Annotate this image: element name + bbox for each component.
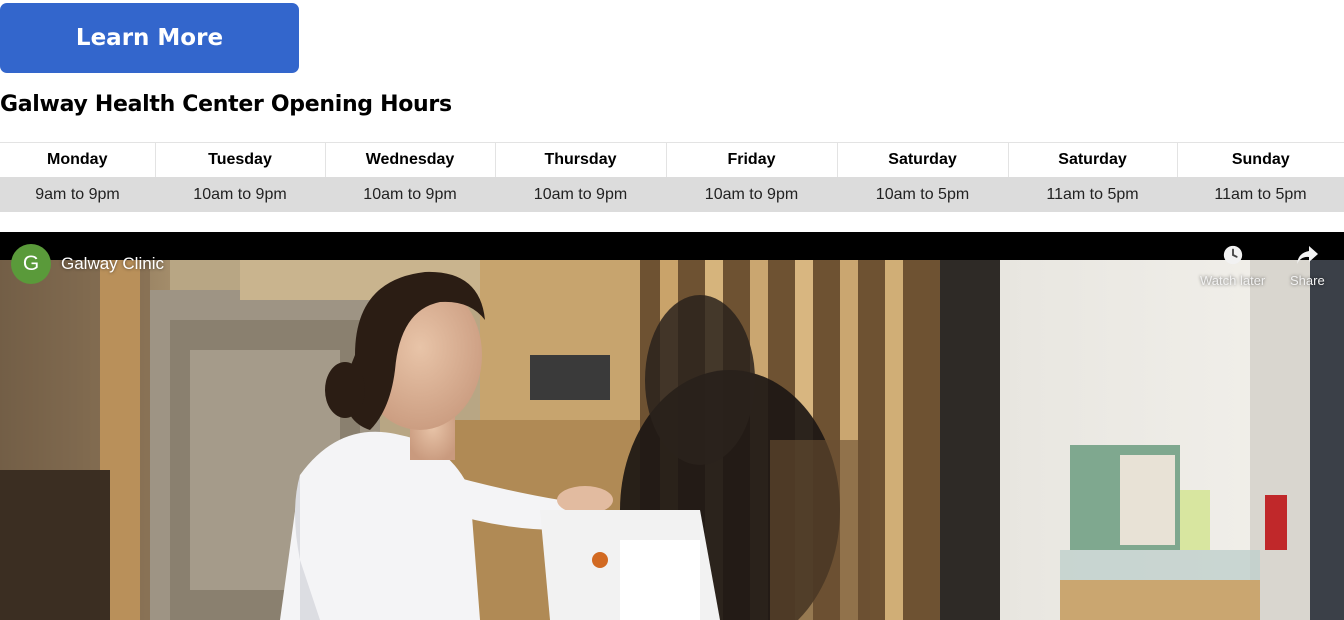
hours-cell: 10am to 9pm [155, 177, 325, 212]
watch-later-label: Watch later [1200, 273, 1266, 288]
hours-row: 9am to 9pm 10am to 9pm 10am to 9pm 10am … [0, 177, 1344, 212]
opening-hours-title: Galway Health Center Opening Hours [0, 92, 452, 117]
day-header: Monday [0, 142, 155, 177]
video-top-bar [0, 232, 1344, 260]
channel-avatar[interactable]: G [11, 244, 51, 284]
video-thumbnail[interactable] [0, 260, 1344, 620]
hours-cell: 9am to 9pm [0, 177, 155, 212]
share-button[interactable]: Share [1290, 244, 1325, 288]
clock-icon [1222, 244, 1244, 269]
share-arrow-icon [1295, 244, 1319, 269]
days-header-row: Monday Tuesday Wednesday Thursday Friday… [0, 142, 1344, 177]
hours-cell: 10am to 9pm [325, 177, 495, 212]
hours-cell: 10am to 9pm [495, 177, 666, 212]
day-header: Thursday [494, 142, 666, 177]
day-header: Wednesday [324, 142, 495, 177]
day-header: Friday [665, 142, 837, 177]
hours-cell: 11am to 5pm [1008, 177, 1177, 212]
day-header: Tuesday [154, 142, 325, 177]
hours-cell: 10am to 5pm [837, 177, 1008, 212]
channel-name[interactable]: Galway Clinic [61, 254, 164, 274]
hours-cell: 11am to 5pm [1177, 177, 1344, 212]
learn-more-button[interactable]: Learn More [0, 3, 299, 73]
day-header: Saturday [836, 142, 1008, 177]
share-label: Share [1290, 273, 1325, 288]
hours-cell: 10am to 9pm [666, 177, 837, 212]
day-header: Sunday [1176, 142, 1344, 177]
day-header: Saturday [1007, 142, 1177, 177]
video-player[interactable]: G Galway Clinic Watch later Share [0, 232, 1344, 620]
opening-hours-table: Monday Tuesday Wednesday Thursday Friday… [0, 142, 1344, 212]
watch-later-button[interactable]: Watch later [1200, 244, 1265, 288]
